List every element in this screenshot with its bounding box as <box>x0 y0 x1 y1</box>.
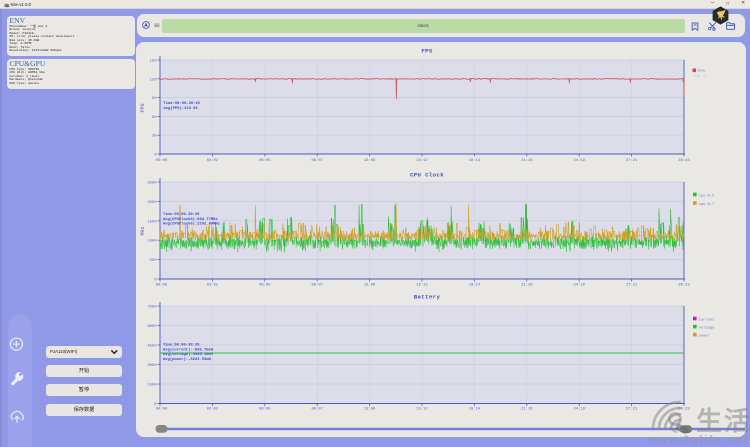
svg-text:FPS: FPS <box>421 47 433 54</box>
svg-text:4500: 4500 <box>147 345 157 349</box>
svg-text:06:05: 06:05 <box>259 284 271 288</box>
svg-text:24:19: 24:19 <box>573 408 585 412</box>
svg-text:2500: 2500 <box>147 182 157 186</box>
svg-text:3000: 3000 <box>147 364 157 368</box>
svg-text:0: 0 <box>154 154 157 158</box>
svg-text:09:07: 09:07 <box>311 159 322 163</box>
svg-text:12:09: 12:09 <box>364 159 376 163</box>
svg-text:MHz: MHz <box>140 226 146 235</box>
svg-text:Avg(power):-3224.93mW: Avg(power):-3224.93mW <box>163 357 212 362</box>
svg-text:27:21: 27:21 <box>626 284 638 288</box>
svg-text:500: 500 <box>150 259 158 263</box>
svg-text:150: 150 <box>150 60 158 64</box>
svg-text:voltage: voltage <box>699 326 716 331</box>
svg-text:24:19: 24:19 <box>573 159 585 163</box>
svg-text:FPS: FPS <box>140 103 146 112</box>
svg-text:120: 120 <box>150 78 158 82</box>
svg-text:00:00: 00:00 <box>156 159 168 163</box>
svg-text:0: 0 <box>154 279 157 283</box>
svg-text:18:14: 18:14 <box>469 284 481 288</box>
svg-text:15:12: 15:12 <box>416 159 428 163</box>
svg-text:06:05: 06:05 <box>259 159 271 163</box>
svg-text:1500: 1500 <box>147 384 157 388</box>
svg-text:Avg(voltage):3940.10mV: Avg(voltage):3940.10mV <box>163 352 214 357</box>
svg-text:12:09: 12:09 <box>364 284 376 288</box>
svg-text:03:02: 03:02 <box>207 159 219 163</box>
svg-text:0: 0 <box>154 403 157 407</box>
svg-text:Avg(current):-835.75mA: Avg(current):-835.75mA <box>163 347 214 352</box>
svg-text:03:02: 03:02 <box>207 284 219 288</box>
svg-text:119.47: 119.47 <box>694 75 708 79</box>
svg-text:Avg(CPUClock0):984.77MHz: Avg(CPUClock0):984.77MHz <box>163 217 218 222</box>
svg-text:Avg(CPUClock6):1102.64MHz: Avg(CPUClock6):1102.64MHz <box>163 222 220 227</box>
svg-text:21:16: 21:16 <box>521 408 533 412</box>
svg-text:27:21: 27:21 <box>626 159 638 163</box>
svg-text:cpu:0-5: cpu:0-5 <box>699 194 716 198</box>
svg-text:1500: 1500 <box>147 220 157 224</box>
svg-text:Avg(FPS):119.94: Avg(FPS):119.94 <box>164 106 199 111</box>
svg-text:03:02: 03:02 <box>207 408 219 412</box>
svg-text:cpu:6-7: cpu:6-7 <box>699 203 715 207</box>
svg-text:24:19: 24:19 <box>573 284 585 288</box>
svg-text:30:23: 30:23 <box>678 284 690 288</box>
svg-text:00:00: 00:00 <box>156 284 168 288</box>
svg-text:FPS: FPS <box>698 70 706 74</box>
svg-text:1000: 1000 <box>147 240 157 244</box>
svg-text:Battery: Battery <box>414 293 441 300</box>
svg-text:CPU Clock: CPU Clock <box>410 171 444 178</box>
svg-text:90: 90 <box>152 97 157 101</box>
svg-text:09:07: 09:07 <box>311 408 322 412</box>
svg-text:15:12: 15:12 <box>416 408 428 412</box>
svg-text:60: 60 <box>152 116 157 120</box>
svg-text:Time:00:00-30:20: Time:00:00-30:20 <box>163 343 200 348</box>
svg-text:30:23: 30:23 <box>678 159 690 163</box>
svg-text:18:14: 18:14 <box>469 408 481 412</box>
svg-text:27:21: 27:21 <box>626 408 638 412</box>
svg-text:21:16: 21:16 <box>521 284 533 288</box>
svg-text:2000: 2000 <box>147 201 157 205</box>
svg-text:21:16: 21:16 <box>521 159 533 163</box>
svg-text:15:12: 15:12 <box>416 284 428 288</box>
svg-text:Time:00:00-30:20: Time:00:00-30:20 <box>163 212 200 217</box>
svg-text:power: power <box>699 334 710 339</box>
svg-text:6000: 6000 <box>147 325 157 329</box>
svg-text:09:07: 09:07 <box>311 284 322 288</box>
svg-text:7500: 7500 <box>147 306 157 310</box>
svg-text:30: 30 <box>152 135 157 139</box>
svg-text:18:14: 18:14 <box>469 159 481 163</box>
svg-text:06:05: 06:05 <box>259 408 271 412</box>
svg-text:12:09: 12:09 <box>364 408 376 412</box>
svg-text:00:00: 00:00 <box>156 408 168 412</box>
svg-text:Time:00:00-30:20: Time:00:00-30:20 <box>164 101 201 106</box>
svg-text:current: current <box>699 317 715 322</box>
